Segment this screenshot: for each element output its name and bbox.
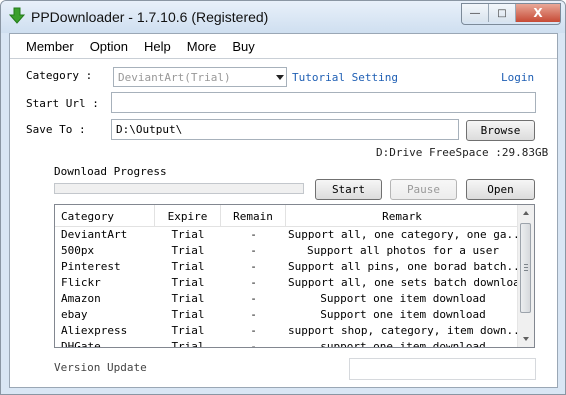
scroll-down-button[interactable]: [518, 331, 534, 347]
start-url-input[interactable]: [111, 92, 536, 113]
row-expire: Trial: [171, 292, 205, 305]
row-category: Pinterest: [61, 260, 121, 273]
app-window: PPDownloader - 1.7.10.6 (Registered) ― □…: [0, 0, 566, 395]
minimize-button[interactable]: ―: [462, 4, 489, 22]
menu-more[interactable]: More: [179, 34, 225, 58]
scroll-up-icon: [523, 211, 529, 215]
table-row[interactable]: DeviantArt Trial - Support all, one categor…: [55, 227, 518, 243]
row-remain: -: [250, 260, 257, 273]
table-row[interactable]: Flickr Trial - Support all, one sets batch …: [55, 275, 518, 291]
row-expire: Trial: [171, 244, 205, 257]
table-row[interactable]: Amazon Trial - Support one item download: [55, 291, 518, 307]
window-controls: ― □ X: [461, 3, 561, 25]
row-remain: -: [250, 340, 257, 348]
row-category: Amazon: [61, 292, 101, 305]
row-remark: Support all, one category, one ga...: [288, 228, 518, 241]
row-expire: Trial: [171, 340, 205, 348]
maximize-button[interactable]: □: [489, 4, 516, 22]
row-remain: -: [250, 324, 257, 337]
menu-bar: Member Option Help More Buy: [10, 34, 565, 58]
table-header: Category Expire Remain Remark: [55, 205, 518, 227]
row-remark: Support all, one sets batch download: [288, 276, 518, 289]
title-bar[interactable]: PPDownloader - 1.7.10.6 (Registered) ― □…: [1, 1, 565, 33]
menu-buy[interactable]: Buy: [224, 34, 262, 58]
table-row[interactable]: Pinterest Trial - Support all pins, one bor…: [55, 259, 518, 275]
row-remark: Support one item download: [320, 292, 486, 305]
tutorial-setting-link[interactable]: Tutorial Setting: [292, 71, 398, 84]
row-category: DeviantArt: [61, 228, 128, 241]
grip-icon: [524, 267, 528, 268]
scrollbar-thumb[interactable]: [520, 223, 531, 313]
freespace-text: D:Drive FreeSpace :29.83GB: [376, 146, 549, 159]
column-header-expire[interactable]: Expire: [155, 205, 221, 226]
column-header-category[interactable]: Category: [55, 205, 155, 226]
row-category: Flickr: [61, 276, 101, 289]
start-url-label: Start Url :: [26, 97, 99, 110]
maximize-icon: □: [497, 7, 507, 19]
row-expire: Trial: [171, 324, 205, 337]
row-category: Aliexpress: [61, 324, 128, 337]
scroll-up-button[interactable]: [518, 205, 534, 221]
category-table[interactable]: Category Expire Remain Remark DeviantArt…: [54, 204, 535, 348]
pause-button[interactable]: Pause: [390, 179, 457, 200]
row-expire: Trial: [171, 276, 205, 289]
download-arrow-icon: [9, 7, 25, 24]
menu-divider: [10, 58, 557, 59]
row-remain: -: [250, 308, 257, 321]
save-to-input[interactable]: D:\Output\: [111, 119, 459, 140]
row-remain: -: [250, 244, 257, 257]
row-category: ebay: [61, 308, 88, 321]
version-update-label: Version Update: [54, 361, 147, 374]
row-expire: Trial: [171, 308, 205, 321]
menu-option[interactable]: Option: [82, 34, 136, 58]
open-button[interactable]: Open: [466, 179, 535, 200]
save-to-label: Save To :: [26, 123, 86, 136]
menu-member[interactable]: Member: [18, 34, 82, 58]
dropdown-arrow-icon: [276, 75, 284, 80]
category-label: Category :: [26, 69, 93, 82]
grip-icon: [524, 264, 528, 265]
table-body: DeviantArt Trial - Support all, one categor…: [55, 227, 518, 348]
login-link[interactable]: Login: [501, 71, 534, 84]
row-remark: support one item download: [320, 340, 486, 348]
row-remark: support shop, category, item down...: [288, 324, 518, 337]
table-row[interactable]: 500px Trial - Support all photos for a user: [55, 243, 518, 259]
window-title: PPDownloader - 1.7.10.6 (Registered): [31, 9, 269, 25]
pause-button-label: Pause: [406, 183, 441, 196]
row-remark: Support all pins, one borad batch...: [288, 260, 518, 273]
row-remain: -: [250, 292, 257, 305]
table-row[interactable]: Aliexpress Trial - support shop, category, …: [55, 323, 518, 339]
start-button-label: Start: [331, 183, 366, 196]
row-category: 500px: [61, 244, 95, 257]
scroll-down-icon: [523, 337, 529, 341]
version-update-field: [349, 358, 536, 380]
menu-help[interactable]: Help: [136, 34, 179, 58]
open-button-label: Open: [487, 183, 514, 196]
category-select-value: DeviantArt(Trial): [118, 71, 231, 84]
column-header-remain[interactable]: Remain: [221, 205, 286, 226]
download-progress-label: Download Progress: [54, 165, 167, 178]
grip-icon: [524, 270, 528, 271]
row-expire: Trial: [171, 228, 205, 241]
row-remark: Support all photos for a user: [306, 244, 500, 257]
main-panel: Member Option Help More Buy Category : D…: [9, 33, 558, 388]
column-header-remark[interactable]: Remark: [286, 205, 518, 226]
close-icon: X: [533, 6, 543, 20]
row-remain: -: [250, 228, 257, 241]
browse-button-label: Browse: [480, 124, 521, 137]
minimize-icon: ―: [470, 7, 480, 19]
table-row[interactable]: DHGate Trial - support one item download: [55, 339, 518, 348]
category-select[interactable]: DeviantArt(Trial): [113, 67, 287, 87]
row-remark: Support one item download: [320, 308, 486, 321]
download-progress-bar: [54, 183, 304, 194]
close-button[interactable]: X: [516, 4, 560, 22]
table-scrollbar[interactable]: [517, 205, 534, 347]
row-expire: Trial: [171, 260, 205, 273]
row-category: DHGate: [61, 340, 101, 348]
row-remain: -: [250, 276, 257, 289]
table-row[interactable]: ebay Trial - Support one item download: [55, 307, 518, 323]
browse-button[interactable]: Browse: [466, 120, 535, 141]
start-button[interactable]: Start: [315, 179, 382, 200]
